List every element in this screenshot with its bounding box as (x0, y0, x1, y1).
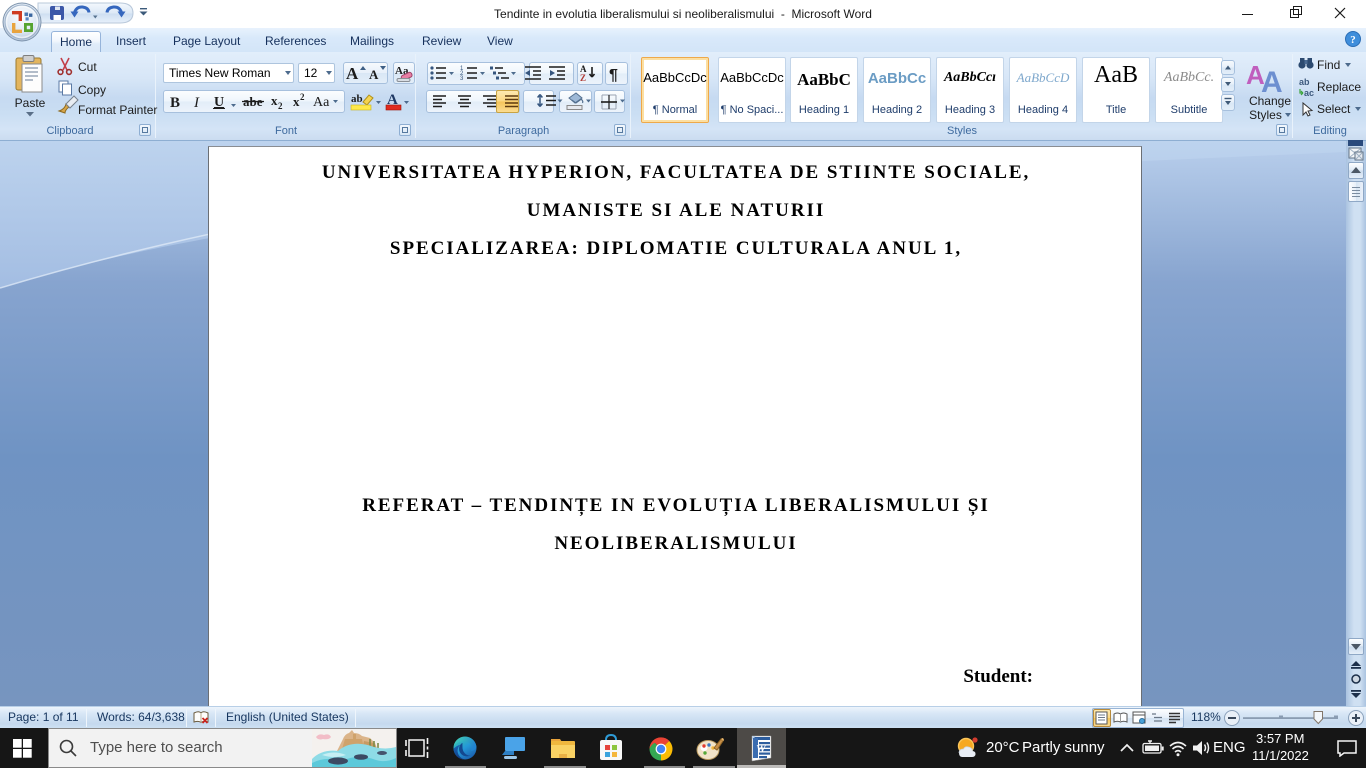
svg-text:Format Painter: Format Painter (78, 103, 157, 117)
svg-text:Z: Z (580, 73, 586, 83)
svg-text:I: I (193, 95, 200, 111)
svg-text:x: x (271, 93, 278, 108)
svg-text:U: U (214, 95, 224, 110)
svg-text:B: B (170, 95, 180, 111)
svg-text:Copy: Copy (78, 83, 106, 97)
svg-text:2: 2 (300, 92, 305, 102)
svg-text:3: 3 (460, 76, 464, 82)
svg-text:Paste: Paste (15, 96, 46, 110)
svg-text:¶: ¶ (609, 67, 618, 84)
svg-text:A: A (369, 67, 379, 82)
svg-text:W: W (756, 743, 767, 755)
svg-text:ac: ac (1304, 88, 1314, 98)
svg-text:ab: ab (1299, 77, 1310, 87)
svg-text:A: A (346, 64, 359, 83)
svg-text:?: ? (1350, 34, 1356, 46)
svg-text:x: x (293, 94, 300, 109)
svg-text:Aa: Aa (313, 95, 330, 110)
svg-text:A: A (1261, 66, 1283, 96)
svg-text:Cut: Cut (78, 60, 97, 74)
svg-text:ab: ab (351, 93, 363, 105)
svg-text:2: 2 (278, 101, 283, 111)
